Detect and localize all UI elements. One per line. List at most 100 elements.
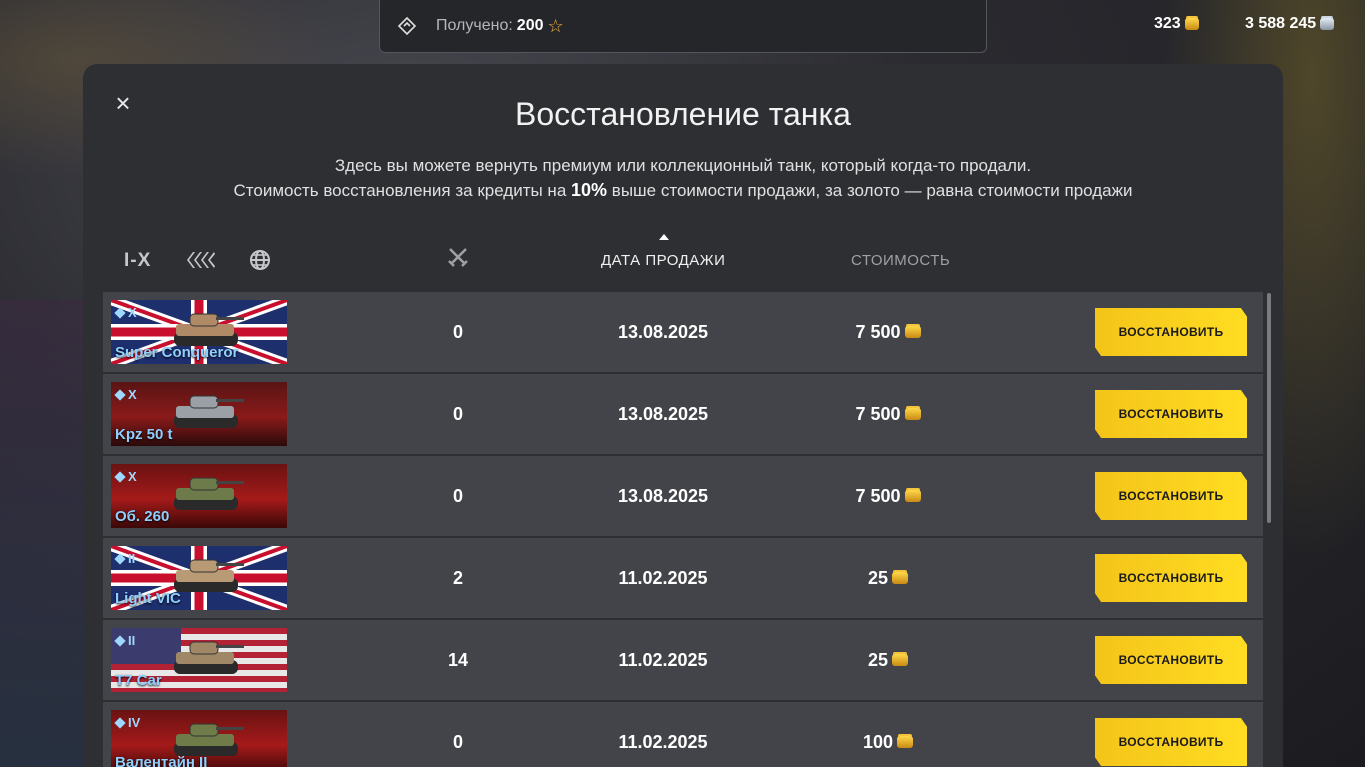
- tank-tier: IV: [114, 715, 141, 730]
- description-prefix: Стоимость восстановления за кредиты на: [233, 181, 567, 200]
- cost-value: 100: [862, 731, 894, 752]
- column-cost[interactable]: СТОИМОСТЬ: [851, 252, 950, 269]
- gold-coin-icon: [1184, 18, 1199, 30]
- star-icon: ☆: [547, 15, 564, 36]
- table-row: IV Валентайн II 0 11.02.2025 100 ВОССТАН…: [103, 702, 1263, 767]
- globe-icon[interactable]: [248, 248, 272, 278]
- cost-value: 7 500: [855, 485, 901, 506]
- credits-amount: 3 588 245: [1245, 15, 1317, 32]
- cost-value: 25: [867, 649, 889, 670]
- tank-list: X Super Conqueror 0 13.08.2025 7 500 ВОС…: [103, 292, 1263, 767]
- tier-label: X: [128, 305, 137, 320]
- sale-date: 11.02.2025: [618, 731, 708, 752]
- battles-count: 0: [452, 485, 463, 506]
- dialog-description: Здесь вы можете вернуть премиум или колл…: [83, 154, 1283, 203]
- sort-ascending-icon: [659, 234, 669, 240]
- sale-date: 11.02.2025: [618, 649, 708, 670]
- gold-coin-icon: [897, 736, 914, 748]
- restore-button[interactable]: ВОССТАНОВИТЬ: [1095, 390, 1247, 438]
- premium-diamond-icon: [114, 470, 126, 483]
- premium-diamond-icon: [114, 388, 126, 401]
- restore-button[interactable]: ВОССТАНОВИТЬ: [1095, 472, 1247, 520]
- restore-cost: 7 500: [823, 374, 953, 454]
- tank-thumbnail[interactable]: II Light VIC: [111, 546, 287, 610]
- tier-label: X: [128, 469, 137, 484]
- gold-coin-icon: [904, 408, 921, 420]
- premium-diamond-icon: [114, 716, 126, 729]
- gold-coin-icon: [904, 490, 921, 502]
- tank-thumbnail[interactable]: X Kpz 50 t: [111, 382, 287, 446]
- credits-balance: 3 588 245: [1245, 15, 1335, 33]
- restore-button[interactable]: ВОССТАНОВИТЬ: [1095, 718, 1247, 766]
- sale-date: 13.08.2025: [617, 485, 709, 506]
- tank-image: [174, 395, 244, 428]
- notification-label: Получено:: [436, 17, 513, 34]
- tank-tier: II: [114, 633, 136, 648]
- table-row: II T7 Car 14 11.02.2025 25 ВОССТАНОВИТЬ: [103, 620, 1263, 700]
- battles-count: 0: [452, 403, 463, 424]
- description-line-2: Стоимость восстановления за кредиты на 1…: [83, 178, 1283, 203]
- crossed-swords-icon[interactable]: [447, 246, 469, 272]
- gold-balance: 323: [1154, 15, 1199, 33]
- restore-cost: 7 500: [823, 456, 953, 536]
- tank-name: T7 Car: [115, 672, 162, 689]
- tier-label: IV: [128, 715, 141, 730]
- sale-date: 13.08.2025: [617, 321, 709, 342]
- table-row: X Super Conqueror 0 13.08.2025 7 500 ВОС…: [103, 292, 1263, 372]
- notification-value: 200: [516, 17, 544, 34]
- tier-label: II: [128, 633, 136, 648]
- tier-label: X: [128, 387, 137, 402]
- tank-name: Об. 260: [115, 508, 170, 525]
- tank-name: Валентайн II: [115, 754, 208, 767]
- tank-restore-dialog: × Восстановление танка Здесь вы можете в…: [83, 64, 1283, 767]
- battles-count: 0: [452, 731, 463, 752]
- cost-value: 7 500: [855, 403, 901, 424]
- premium-diamond-icon: [114, 634, 126, 647]
- cost-value: 7 500: [855, 321, 901, 342]
- table-row: II Light VIC 2 11.02.2025 25 ВОССТАНОВИТ…: [103, 538, 1263, 618]
- tank-name: Kpz 50 t: [115, 426, 173, 443]
- scrollbar[interactable]: [1267, 293, 1271, 523]
- tank-image: [174, 641, 244, 674]
- dialog-title: Восстановление танка: [515, 96, 851, 132]
- tank-tier: X: [114, 387, 137, 402]
- battles-count: 2: [452, 567, 463, 588]
- restore-button[interactable]: ВОССТАНОВИТЬ: [1095, 636, 1247, 684]
- gold-coin-icon: [892, 654, 909, 666]
- description-percent: 10%: [571, 180, 608, 200]
- premium-diamond-icon: [114, 552, 126, 565]
- column-sale-date[interactable]: ДАТА ПРОДАЖИ: [601, 252, 725, 269]
- cost-value: 25: [867, 567, 889, 588]
- tier-label: II: [128, 551, 136, 566]
- premium-diamond-icon: [114, 306, 126, 319]
- sale-date: 11.02.2025: [618, 567, 708, 588]
- gold-amount: 323: [1154, 15, 1181, 32]
- tank-thumbnail[interactable]: X Super Conqueror: [111, 300, 287, 364]
- tank-thumbnail[interactable]: II T7 Car: [111, 628, 287, 692]
- description-suffix: выше стоимости продажи, за золото — равн…: [611, 181, 1133, 200]
- restore-cost: 100: [823, 702, 953, 767]
- battles-count: 0: [452, 321, 463, 342]
- table-row: X Об. 260 0 13.08.2025 7 500 ВОССТАНОВИТ…: [103, 456, 1263, 536]
- restore-button[interactable]: ВОССТАНОВИТЬ: [1095, 308, 1247, 356]
- description-line-1: Здесь вы можете вернуть премиум или колл…: [334, 156, 1032, 175]
- tank-thumbnail[interactable]: IV Валентайн II: [111, 710, 287, 767]
- tank-type-icon[interactable]: [184, 248, 216, 278]
- background-glow: [0, 300, 90, 767]
- table-row: X Kpz 50 t 0 13.08.2025 7 500 ВОССТАНОВИ…: [103, 374, 1263, 454]
- restore-cost: 7 500: [823, 292, 953, 372]
- tank-tier: II: [114, 551, 136, 566]
- battles-count: 14: [447, 649, 469, 670]
- silver-coin-icon: [1320, 18, 1335, 30]
- tank-tier: X: [114, 305, 137, 320]
- sale-date: 13.08.2025: [617, 403, 709, 424]
- received-notification: Получено: 200 ☆: [379, 0, 987, 53]
- tank-name: Light VIC: [115, 590, 181, 607]
- tier-filter[interactable]: I-X: [124, 250, 151, 272]
- gold-coin-icon: [892, 572, 909, 584]
- tank-image: [174, 477, 244, 510]
- tank-thumbnail[interactable]: X Об. 260: [111, 464, 287, 528]
- tank-tier: X: [114, 469, 137, 484]
- restore-cost: 25: [823, 620, 953, 700]
- restore-button[interactable]: ВОССТАНОВИТЬ: [1095, 554, 1247, 602]
